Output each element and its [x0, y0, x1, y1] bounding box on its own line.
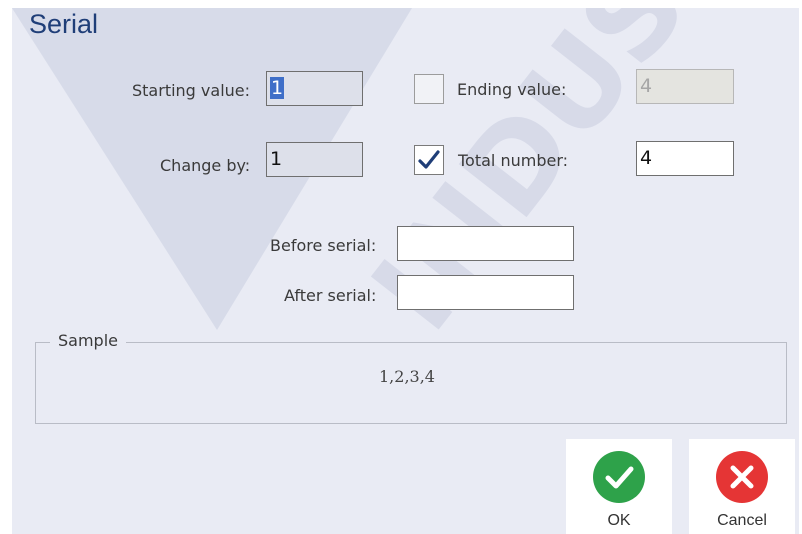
close-icon [716, 451, 768, 503]
starting-value-text: 1 [270, 77, 285, 99]
ending-value-label: Ending value: [457, 80, 567, 99]
total-number-text: 4 [640, 147, 653, 169]
before-serial-field[interactable] [397, 226, 574, 261]
after-serial-field[interactable] [397, 275, 574, 310]
dialog-title: Serial [29, 9, 99, 39]
ok-label: OK [607, 512, 631, 529]
change-by-text: 1 [270, 148, 283, 170]
total-number-checkbox[interactable] [414, 145, 444, 175]
before-serial-label: Before serial: [270, 236, 377, 255]
total-number-label: Total number: [458, 151, 569, 170]
ending-value-field[interactable]: 4 [636, 69, 734, 104]
change-by-field[interactable]: 1 [266, 142, 363, 177]
sample-group: Sample 1,2,3,4 [35, 331, 787, 424]
starting-value-label: Starting value: [132, 81, 251, 100]
serial-dialog: INDUSTRI Serial Starting value: 1 Ending… [12, 8, 799, 534]
sample-legend: Sample [50, 331, 126, 350]
cancel-button[interactable]: Cancel [689, 439, 795, 534]
cancel-label: Cancel [717, 512, 767, 529]
after-serial-label: After serial: [284, 286, 377, 305]
ending-value-text: 4 [640, 75, 653, 97]
ending-value-checkbox[interactable] [414, 74, 444, 104]
ok-icon [593, 451, 645, 503]
change-by-label: Change by: [160, 156, 251, 175]
ok-button[interactable]: OK [566, 439, 672, 534]
checkmark-icon [418, 150, 440, 169]
total-number-field[interactable]: 4 [636, 141, 734, 176]
starting-value-field[interactable]: 1 [266, 71, 363, 106]
sample-value: 1,2,3,4 [379, 367, 435, 386]
